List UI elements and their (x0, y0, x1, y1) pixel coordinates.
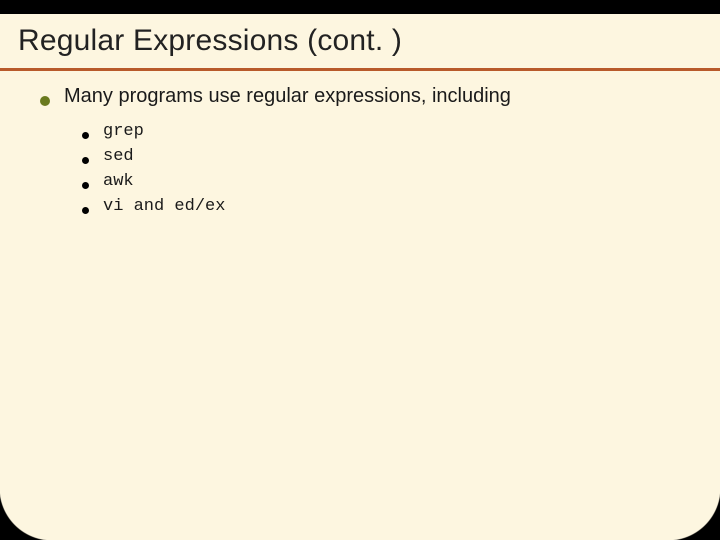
corner-decoration-bottom-right (668, 488, 720, 540)
list-item: awk (82, 172, 690, 191)
list-item: vi and ed/ex (82, 197, 690, 216)
list-item: grep (82, 122, 690, 141)
slide-title: Regular Expressions (cont. ) (18, 24, 702, 58)
list-item: sed (82, 147, 690, 166)
sub-bullet-text: vi and ed/ex (103, 197, 225, 216)
corner-decoration-bottom-left (0, 488, 52, 540)
main-bullet-row: Many programs use regular expressions, i… (40, 85, 690, 108)
bullet-icon (82, 157, 89, 164)
sub-bullet-text: sed (103, 147, 134, 166)
bullet-icon (82, 207, 89, 214)
bullet-icon (82, 132, 89, 139)
title-area: Regular Expressions (cont. ) (0, 14, 720, 66)
bullet-icon (82, 182, 89, 189)
sub-bullet-list: grep sed awk vi and ed/ex (40, 118, 690, 216)
top-black-bar (0, 0, 720, 14)
main-bullet-text: Many programs use regular expressions, i… (64, 85, 511, 108)
bullet-icon (40, 96, 50, 106)
sub-bullet-text: awk (103, 172, 134, 191)
sub-bullet-text: grep (103, 122, 144, 141)
slide-body: Many programs use regular expressions, i… (0, 71, 720, 216)
